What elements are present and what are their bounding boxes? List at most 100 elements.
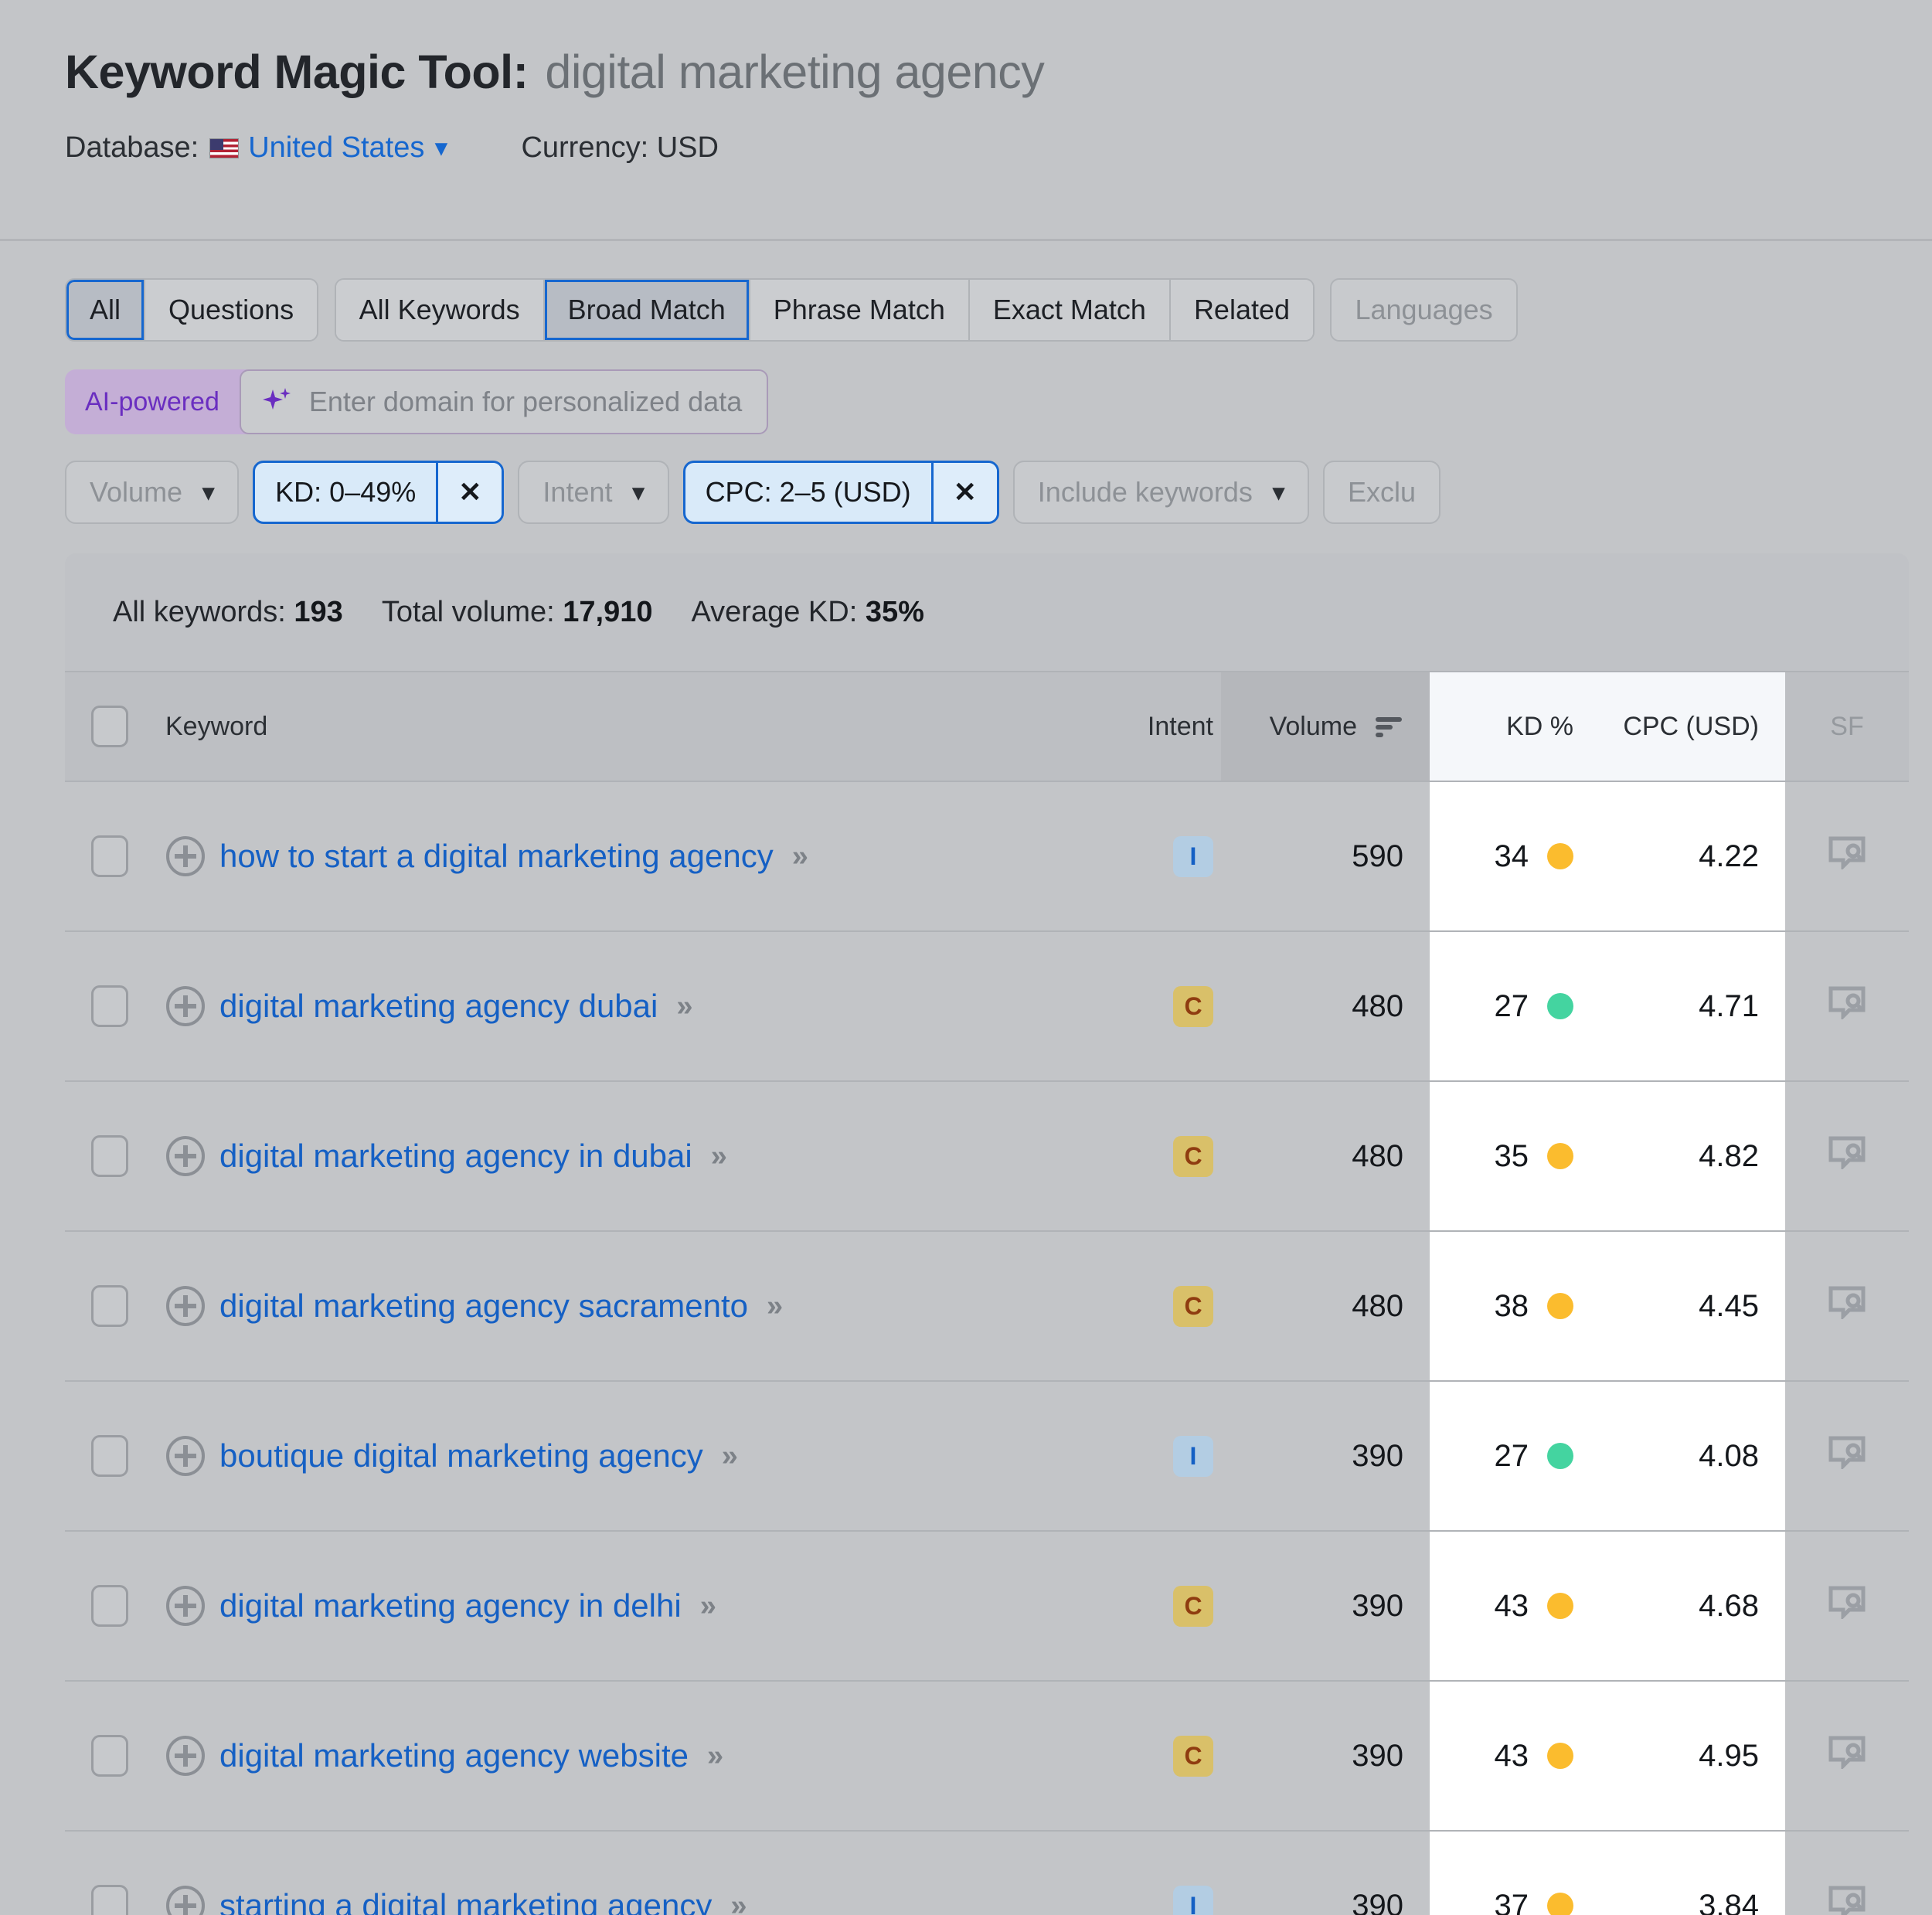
serp-feature-icon[interactable]: [1828, 1735, 1866, 1771]
row-checkbox[interactable]: [91, 1585, 128, 1627]
tab-related[interactable]: Related: [1170, 280, 1314, 340]
table-row[interactable]: digital marketing agency in delhi » C 390 43…: [65, 1530, 1909, 1681]
intent-badge[interactable]: C: [1173, 1735, 1213, 1777]
select-all-checkbox[interactable]: [91, 706, 128, 747]
plus-circle-icon[interactable]: [165, 1286, 206, 1326]
row-select-cell: [65, 1530, 155, 1681]
expand-arrows-icon[interactable]: »: [722, 1440, 738, 1473]
serp-feature-icon[interactable]: [1828, 1885, 1866, 1915]
domain-input[interactable]: Enter domain for personalized data: [239, 369, 769, 434]
column-sf[interactable]: SF: [1785, 671, 1909, 781]
table-row[interactable]: digital marketing agency website » C 390 43 4…: [65, 1680, 1909, 1831]
expand-arrows-icon[interactable]: »: [711, 1140, 727, 1173]
close-icon[interactable]: ✕: [436, 463, 502, 522]
plus-circle-icon[interactable]: [165, 1136, 206, 1176]
average-kd-stat: Average KD: 35%: [691, 595, 924, 628]
kd-difficulty-dot: [1547, 1443, 1573, 1469]
expand-arrows-icon[interactable]: »: [707, 1740, 723, 1773]
filter-intent[interactable]: Intent ▾: [518, 461, 669, 524]
row-select-cell: [65, 1080, 155, 1231]
column-keyword[interactable]: Keyword: [155, 671, 1105, 781]
row-checkbox[interactable]: [91, 1435, 128, 1477]
intent-badge[interactable]: C: [1173, 1285, 1213, 1327]
serp-feature-icon[interactable]: [1828, 835, 1866, 872]
serp-feature-icon[interactable]: [1828, 1135, 1866, 1172]
keyword-link[interactable]: digital marketing agency in dubai: [219, 1138, 692, 1175]
tab-phrase-match[interactable]: Phrase Match: [750, 280, 970, 340]
row-checkbox[interactable]: [91, 985, 128, 1027]
row-checkbox[interactable]: [91, 1285, 128, 1327]
tab-all[interactable]: All: [66, 280, 146, 340]
plus-circle-icon[interactable]: [165, 1586, 206, 1626]
plus-circle-icon[interactable]: [165, 1886, 206, 1915]
filter-cpc[interactable]: CPC: 2–5 (USD) ✕: [682, 461, 999, 524]
keyword-table: Keyword Intent Volume KD % CPC (USD) SF: [65, 671, 1909, 1915]
filter-volume-label: Volume: [90, 476, 183, 508]
serp-feature-icon[interactable]: [1828, 1435, 1866, 1471]
table-row[interactable]: how to start a digital marketing agency »…: [65, 781, 1909, 931]
row-checkbox[interactable]: [91, 1135, 128, 1177]
column-cpc[interactable]: CPC (USD): [1600, 671, 1785, 781]
keyword-link[interactable]: boutique digital marketing agency: [219, 1437, 703, 1475]
plus-circle-icon[interactable]: [165, 836, 206, 876]
filter-kd[interactable]: KD: 0–49% ✕: [253, 461, 505, 524]
plus-circle-icon[interactable]: [165, 986, 206, 1026]
kd-cell: 34: [1430, 781, 1600, 931]
table-row[interactable]: starting a digital marketing agency » I 390…: [65, 1830, 1909, 1915]
filter-bar: Volume ▾ KD: 0–49% ✕ Intent ▾ CPC: 2–5 (…: [0, 434, 1932, 524]
expand-arrows-icon[interactable]: »: [792, 840, 808, 873]
column-volume[interactable]: Volume: [1221, 671, 1430, 781]
languages-button[interactable]: Languages: [1330, 278, 1518, 342]
keyword-link[interactable]: digital marketing agency website: [219, 1737, 689, 1774]
intent-badge[interactable]: I: [1173, 835, 1213, 877]
keyword-link[interactable]: digital marketing agency dubai: [219, 988, 658, 1025]
keyword-link[interactable]: digital marketing agency sacramento: [219, 1287, 748, 1325]
filter-exclude-keywords[interactable]: Exclu: [1323, 461, 1441, 524]
serp-feature-icon[interactable]: [1828, 1585, 1866, 1621]
close-icon[interactable]: ✕: [930, 463, 997, 522]
filter-include-keywords[interactable]: Include keywords ▾: [1012, 461, 1309, 524]
intent-badge[interactable]: I: [1173, 1435, 1213, 1477]
keyword-link[interactable]: how to start a digital marketing agency: [219, 838, 774, 875]
table-row[interactable]: digital marketing agency dubai » C 480 27 4.7…: [65, 930, 1909, 1081]
keyword-link[interactable]: digital marketing agency in delhi: [219, 1587, 682, 1624]
expand-arrows-icon[interactable]: »: [676, 990, 692, 1023]
column-kd[interactable]: KD %: [1430, 671, 1600, 781]
all-keywords-stat: All keywords: 193: [113, 595, 343, 628]
table-row[interactable]: digital marketing agency sacramento » C 480…: [65, 1230, 1909, 1381]
sort-descending-icon[interactable]: [1374, 715, 1403, 738]
serp-feature-icon[interactable]: [1828, 985, 1866, 1022]
keyword-link[interactable]: starting a digital marketing agency: [219, 1887, 712, 1915]
filter-volume[interactable]: Volume ▾: [65, 461, 240, 524]
table-row[interactable]: boutique digital marketing agency » I 390 27…: [65, 1380, 1909, 1531]
intent-badge[interactable]: C: [1173, 1135, 1213, 1177]
intent-badge[interactable]: C: [1173, 1585, 1213, 1627]
keyword-cell: digital marketing agency website »: [155, 1680, 1105, 1831]
expand-arrows-icon[interactable]: »: [767, 1290, 783, 1323]
serp-feature-icon[interactable]: [1828, 1285, 1866, 1321]
expand-arrows-icon[interactable]: »: [730, 1889, 747, 1915]
row-select-cell: [65, 930, 155, 1081]
row-checkbox[interactable]: [91, 835, 128, 877]
tab-all-keywords[interactable]: All Keywords: [335, 280, 545, 340]
serp-features-cell: [1785, 930, 1909, 1081]
tab-exact-match[interactable]: Exact Match: [969, 280, 1171, 340]
row-checkbox[interactable]: [91, 1885, 128, 1915]
plus-circle-icon[interactable]: [165, 1436, 206, 1476]
sparkle-icon: [262, 388, 291, 410]
column-intent[interactable]: Intent: [1105, 671, 1221, 781]
chevron-down-icon[interactable]: ▾: [435, 134, 447, 162]
kd-cell: 27: [1430, 930, 1600, 1081]
volume-cell: 390: [1221, 1680, 1430, 1831]
tab-questions[interactable]: Questions: [145, 280, 318, 340]
intent-cell: C: [1105, 1230, 1221, 1381]
expand-arrows-icon[interactable]: »: [700, 1590, 716, 1623]
row-checkbox[interactable]: [91, 1735, 128, 1777]
database-selector[interactable]: United States: [248, 131, 424, 165]
plus-circle-icon[interactable]: [165, 1736, 206, 1776]
intent-badge[interactable]: C: [1173, 985, 1213, 1027]
kd-cell: 38: [1430, 1230, 1600, 1381]
tab-broad-match[interactable]: Broad Match: [544, 280, 750, 340]
table-row[interactable]: digital marketing agency in dubai » C 480 35…: [65, 1080, 1909, 1231]
intent-badge[interactable]: I: [1173, 1885, 1213, 1915]
